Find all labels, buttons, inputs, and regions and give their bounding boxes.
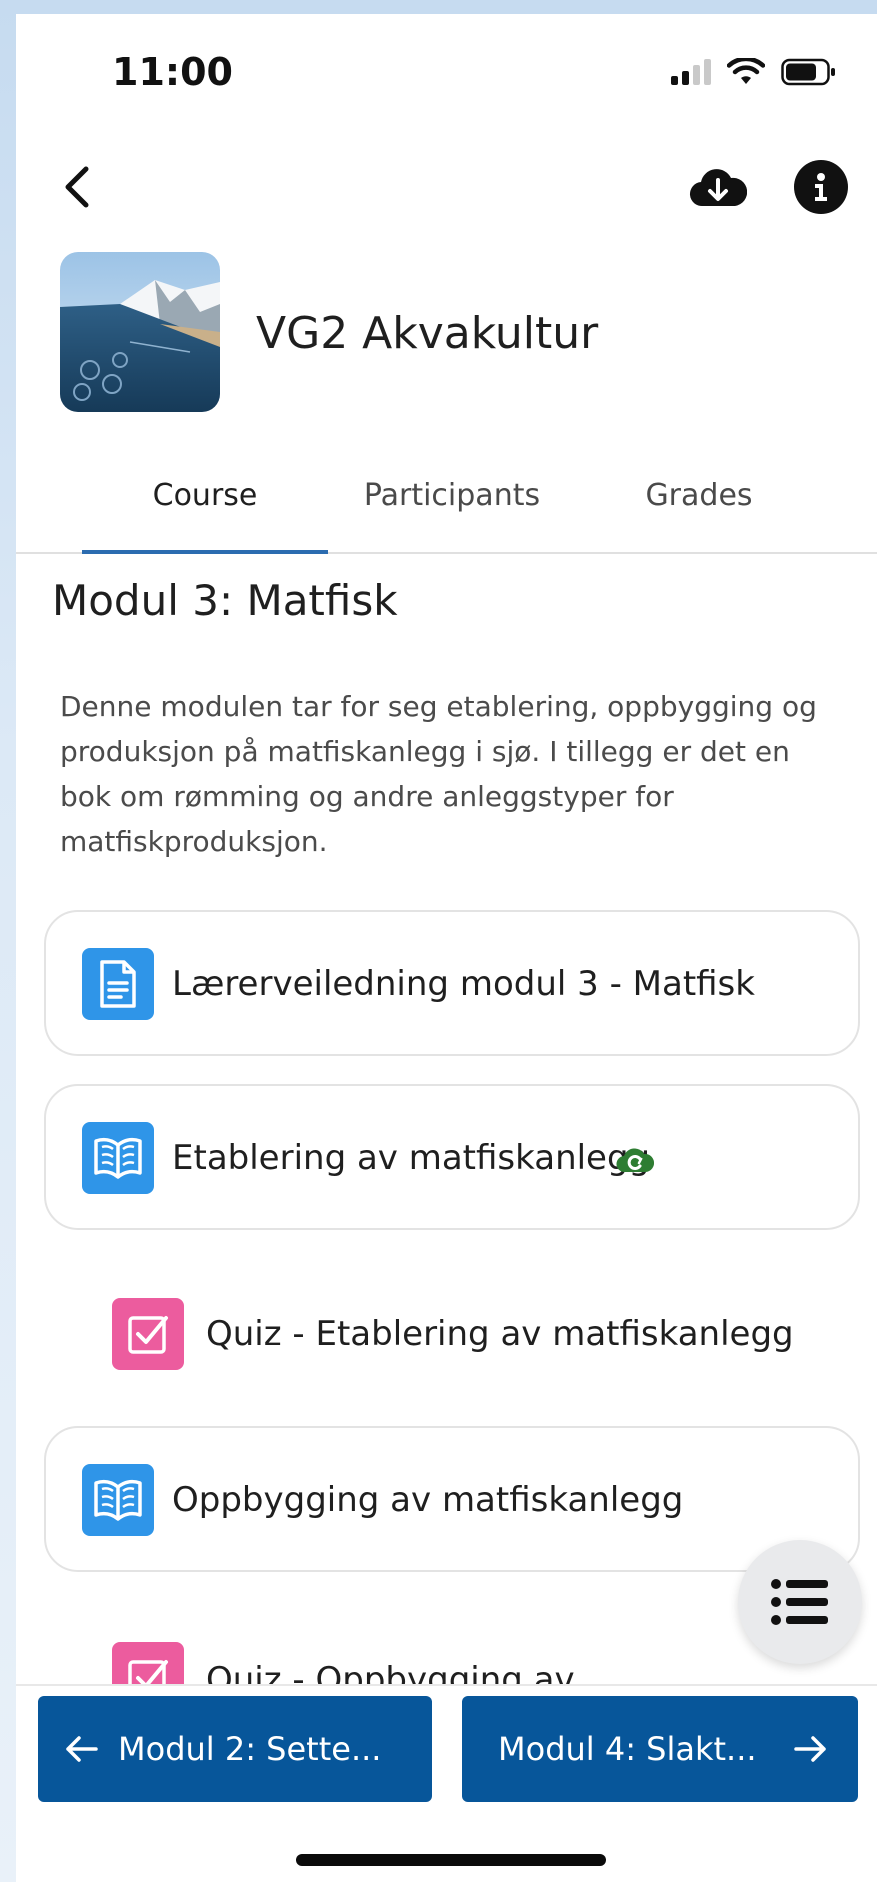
activity-card-teacher-guide[interactable]: Lærerveiledning modul 3 - Matfisk	[44, 910, 860, 1056]
section-title: Modul 3: Matfisk	[52, 576, 398, 625]
activity-card-oppbygging[interactable]: Oppbygging av matfiskanlegg	[44, 1426, 860, 1572]
book-icon	[82, 1464, 154, 1536]
top-toolbar	[16, 154, 877, 224]
download-course-button[interactable]	[688, 160, 748, 214]
next-section-button[interactable]: Modul 4: Slakt...	[462, 1696, 858, 1802]
bottom-divider	[16, 1684, 877, 1686]
tab-course[interactable]: Course	[82, 478, 328, 513]
previous-section-button[interactable]: Modul 2: Sette...	[38, 1696, 432, 1802]
activity-label: Oppbygging av matfiskanlegg	[172, 1480, 684, 1520]
activity-card-etablering[interactable]: Etablering av matfiskanlegg	[44, 1084, 860, 1230]
list-icon	[771, 1579, 828, 1625]
next-section-label: Modul 4: Slakt...	[498, 1730, 757, 1768]
battery-icon	[781, 58, 835, 86]
section-index-button[interactable]	[738, 1540, 862, 1664]
status-icons	[671, 58, 837, 86]
quiz-checkbox-icon	[112, 1298, 184, 1370]
arrow-right-icon	[794, 1736, 826, 1762]
cloud-sync-icon	[616, 1148, 654, 1173]
home-indicator	[296, 1854, 606, 1866]
course-header: VG2 Akvakultur	[16, 252, 877, 422]
tab-participants[interactable]: Participants	[329, 478, 575, 513]
arrow-left-icon	[66, 1736, 98, 1762]
book-icon	[82, 1122, 154, 1194]
active-tab-indicator	[82, 550, 328, 554]
tab-grades[interactable]: Grades	[576, 478, 822, 513]
course-info-button[interactable]	[794, 160, 848, 214]
cellular-signal-icon	[671, 59, 711, 85]
wifi-icon	[727, 58, 765, 84]
previous-section-label: Modul 2: Sette...	[118, 1730, 382, 1768]
status-bar: 11:00	[16, 14, 877, 134]
document-icon	[82, 948, 154, 1020]
section-description: Denne modulen tar for seg etablering, op…	[60, 690, 817, 858]
activity-label: Quiz - Etablering av matfiskanlegg	[206, 1314, 794, 1354]
cloud-download-icon	[690, 169, 747, 207]
activity-item-quiz-etablering[interactable]: Quiz - Etablering av matfiskanlegg	[112, 1290, 852, 1380]
activity-label: Lærerveiledning modul 3 - Matfisk	[172, 964, 755, 1004]
info-icon	[815, 173, 827, 201]
status-time: 11:00	[112, 50, 233, 94]
course-title: VG2 Akvakultur	[256, 308, 599, 359]
course-tabs: Course Participants Grades	[16, 454, 877, 554]
course-image	[60, 252, 220, 412]
app-screen: 11:00 VG2 Akvakultur Course Participants…	[16, 14, 877, 1882]
activity-label: Etablering av matfiskanlegg	[172, 1138, 651, 1178]
chevron-left-icon	[65, 166, 89, 208]
back-button[interactable]	[52, 162, 102, 212]
